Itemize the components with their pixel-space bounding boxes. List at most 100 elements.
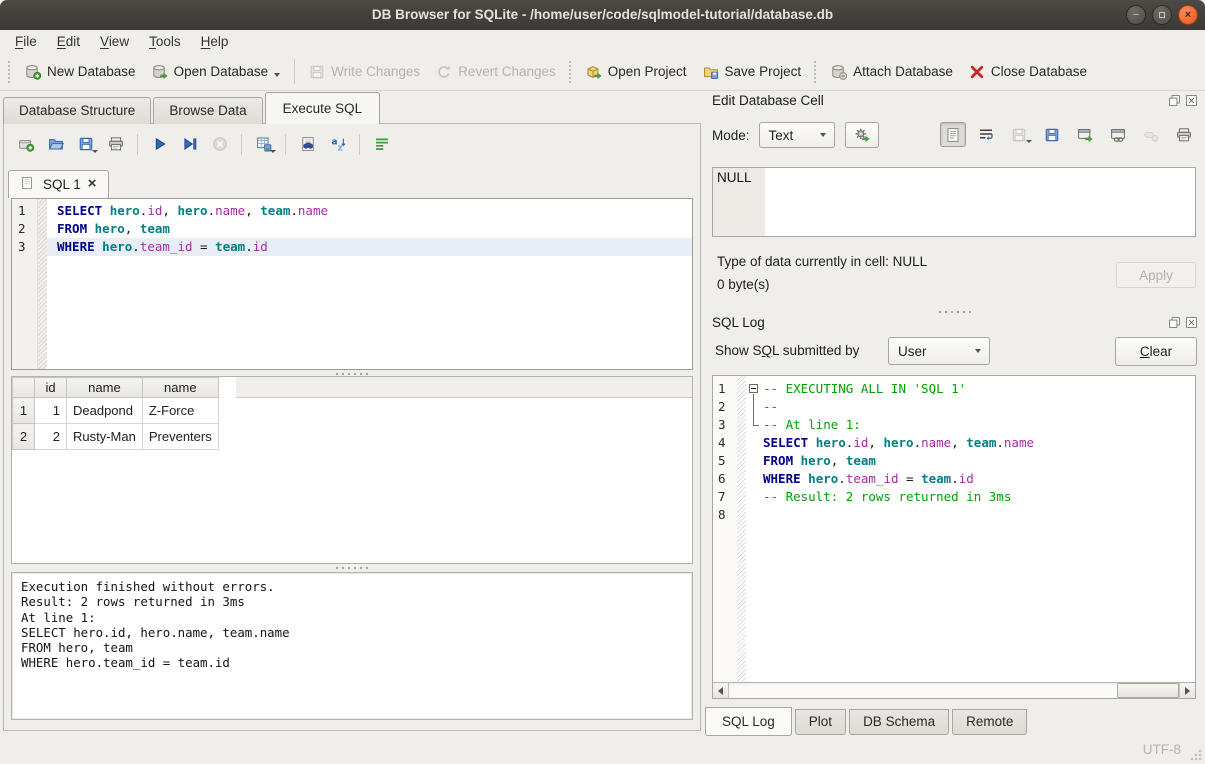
write-changes-button[interactable]: Write Changes bbox=[301, 59, 428, 85]
attach-database-button[interactable]: Attach Database bbox=[823, 59, 961, 85]
code-line[interactable]: SELECT hero.id, hero.name, team.name bbox=[761, 434, 1195, 452]
cell-editor[interactable]: NULL bbox=[712, 167, 1196, 237]
execute-all-button[interactable] bbox=[147, 132, 172, 157]
menu-tools[interactable]: Tools bbox=[139, 32, 191, 51]
code-line[interactable]: -- At line 1: bbox=[761, 416, 1195, 434]
code-line[interactable]: -- Result: 2 rows returned in 3ms bbox=[761, 488, 1195, 506]
fold-collapse-icon[interactable] bbox=[749, 384, 758, 393]
cell-editor-content[interactable] bbox=[765, 168, 1195, 236]
submitter-select[interactable]: User bbox=[888, 337, 990, 365]
row-header[interactable]: 1 bbox=[13, 398, 35, 424]
code-line[interactable]: WHERE hero.team_id = team.id bbox=[761, 470, 1195, 488]
code-line[interactable]: FROM hero, team bbox=[47, 220, 692, 238]
close-dock-icon[interactable] bbox=[1185, 94, 1198, 107]
open-project-button[interactable]: Open Project bbox=[578, 59, 695, 85]
row-header[interactable]: 2 bbox=[13, 424, 35, 450]
table-corner[interactable] bbox=[13, 378, 35, 398]
clear-log-button[interactable]: Clear bbox=[1115, 337, 1197, 366]
message-line: FROM hero, team bbox=[21, 640, 683, 655]
editor-code-area[interactable]: SELECT hero.id, hero.name, team.nameFROM… bbox=[47, 199, 692, 369]
open-external-button[interactable] bbox=[1072, 122, 1098, 147]
text-mode-button[interactable] bbox=[940, 122, 966, 147]
minimize-button[interactable]: − bbox=[1126, 5, 1146, 25]
new-database-button[interactable]: New Database bbox=[17, 59, 144, 85]
scrollbar-thumb[interactable] bbox=[1117, 683, 1179, 698]
execute-current-line-button[interactable] bbox=[177, 132, 202, 157]
close-dock-icon[interactable] bbox=[1185, 316, 1198, 329]
word-wrap-cell-button[interactable] bbox=[973, 122, 999, 147]
float-dock-icon[interactable] bbox=[1168, 316, 1181, 329]
code-line[interactable]: FROM hero, team bbox=[761, 452, 1195, 470]
tab-execute-sql[interactable]: Execute SQL bbox=[265, 92, 381, 124]
menu-view[interactable]: View bbox=[90, 32, 139, 51]
float-dock-icon[interactable] bbox=[1168, 94, 1181, 107]
code-line[interactable]: SELECT hero.id, hero.name, team.name bbox=[47, 202, 692, 220]
set-null-button[interactable] bbox=[1138, 122, 1164, 147]
table-cell[interactable]: Rusty-Man bbox=[67, 424, 143, 450]
table-row[interactable]: 22Rusty-ManPreventers bbox=[13, 424, 219, 450]
code-line[interactable]: -- EXECUTING ALL IN 'SQL 1' bbox=[761, 380, 1195, 398]
table-cell[interactable]: Deadpond bbox=[67, 398, 143, 424]
scrollbar-track[interactable] bbox=[729, 683, 1179, 698]
save-project-button[interactable]: Save Project bbox=[695, 59, 810, 85]
open-sql-file-button[interactable] bbox=[43, 132, 68, 157]
toolbar-grip[interactable] bbox=[814, 61, 818, 83]
print-cell-button[interactable] bbox=[1171, 122, 1197, 147]
find-replace-button[interactable] bbox=[295, 132, 320, 157]
close-button[interactable]: × bbox=[1178, 5, 1198, 25]
titlebar[interactable]: DB Browser for SQLite - /home/user/code/… bbox=[0, 0, 1205, 30]
column-header[interactable]: name bbox=[67, 378, 143, 398]
scroll-right-arrow[interactable] bbox=[1179, 683, 1195, 698]
toolbar-grip[interactable] bbox=[8, 61, 12, 83]
sql-editor[interactable]: 123 SELECT hero.id, hero.name, team.name… bbox=[11, 198, 693, 370]
code-line[interactable]: WHERE hero.team_id = team.id bbox=[47, 238, 692, 256]
word-wrap-button[interactable] bbox=[369, 132, 394, 157]
results-table[interactable]: idnamename11DeadpondZ-Force22Rusty-ManPr… bbox=[12, 377, 219, 450]
table-cell[interactable]: Preventers bbox=[142, 424, 218, 450]
open-database-button[interactable]: Open Database bbox=[144, 59, 289, 85]
close-tab-icon[interactable]: × bbox=[88, 178, 97, 190]
apply-button[interactable]: Apply bbox=[1116, 262, 1196, 288]
sql-log-view[interactable]: 12345678 -- EXECUTING ALL IN 'SQL 1'----… bbox=[712, 375, 1196, 699]
code-line[interactable]: -- bbox=[761, 398, 1195, 416]
save-sql-file-button[interactable] bbox=[73, 132, 98, 157]
dock-tab-remote[interactable]: Remote bbox=[952, 709, 1027, 735]
log-code-area[interactable]: -- EXECUTING ALL IN 'SQL 1'---- At line … bbox=[761, 376, 1195, 682]
import-data-button[interactable] bbox=[1006, 122, 1032, 147]
dock-tab-db-schema[interactable]: DB Schema bbox=[849, 709, 949, 735]
revert-changes-button[interactable]: Revert Changes bbox=[428, 59, 564, 85]
open-sql-tab-button[interactable] bbox=[13, 132, 38, 157]
dock-tab-plot[interactable]: Plot bbox=[795, 709, 846, 735]
column-header[interactable]: id bbox=[35, 378, 67, 398]
menu-file[interactable]: File bbox=[5, 32, 47, 51]
column-header[interactable]: name bbox=[142, 378, 218, 398]
dock-tab-sql-log[interactable]: SQL Log bbox=[705, 707, 792, 736]
auto-apply-button[interactable] bbox=[845, 122, 879, 148]
maximize-button[interactable] bbox=[1152, 5, 1172, 25]
results-table-view[interactable]: idnamename11DeadpondZ-Force22Rusty-ManPr… bbox=[11, 376, 693, 564]
export-data-button[interactable] bbox=[1039, 122, 1065, 147]
table-cell[interactable]: Z-Force bbox=[142, 398, 218, 424]
menu-help[interactable]: Help bbox=[191, 32, 239, 51]
open-in-app-button[interactable] bbox=[1105, 122, 1131, 147]
table-cell[interactable]: 1 bbox=[35, 398, 67, 424]
close-database-button[interactable]: Close Database bbox=[961, 59, 1095, 85]
tab-browse-data[interactable]: Browse Data bbox=[153, 97, 262, 124]
print-button[interactable] bbox=[103, 132, 128, 157]
sql1-tab[interactable]: SQL 1 × bbox=[8, 170, 109, 198]
auto-format-button[interactable]: az bbox=[325, 132, 350, 157]
tab-database-structure[interactable]: Database Structure bbox=[3, 97, 151, 124]
mode-select[interactable]: Text bbox=[759, 122, 835, 148]
window-link-icon bbox=[1110, 127, 1126, 143]
toolbar-grip[interactable] bbox=[569, 61, 573, 83]
splitter-handle[interactable] bbox=[4, 565, 700, 571]
resize-grip[interactable] bbox=[1190, 749, 1202, 761]
scroll-left-arrow[interactable] bbox=[713, 683, 729, 698]
code-line[interactable] bbox=[761, 506, 1195, 524]
stop-execution-button[interactable] bbox=[207, 132, 232, 157]
table-row[interactable]: 11DeadpondZ-Force bbox=[13, 398, 219, 424]
menu-edit[interactable]: Edit bbox=[47, 32, 90, 51]
save-results-button[interactable] bbox=[251, 132, 276, 157]
horizontal-scrollbar[interactable] bbox=[713, 682, 1195, 698]
table-cell[interactable]: 2 bbox=[35, 424, 67, 450]
